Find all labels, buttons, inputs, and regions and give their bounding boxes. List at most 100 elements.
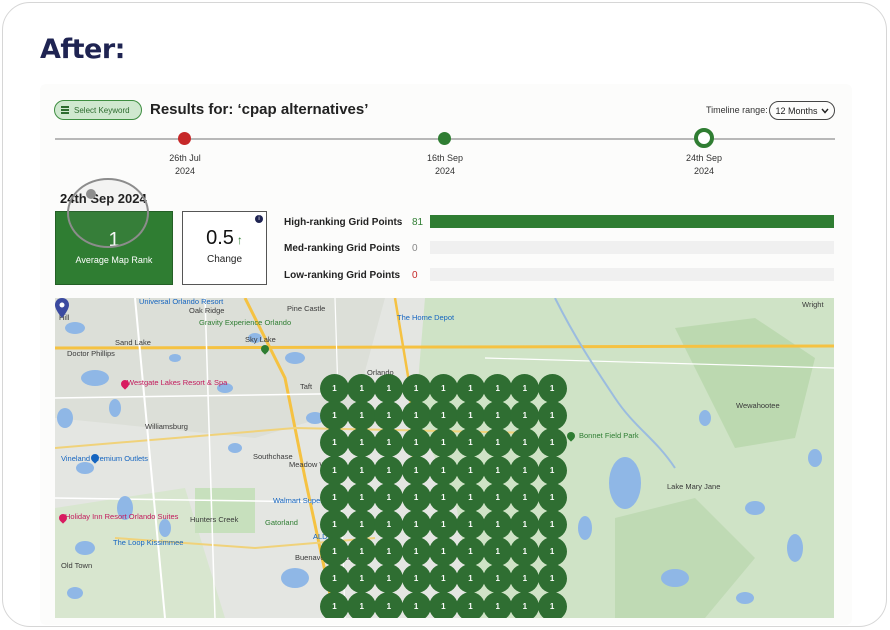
grid-rank-marker[interactable]: 1 (537, 510, 567, 539)
grid-rank-marker[interactable]: 1 (428, 591, 458, 618)
grid-rank-marker[interactable]: 1 (510, 428, 540, 458)
grid-rank-marker[interactable]: 1 (401, 537, 431, 567)
grid-rank-marker[interactable]: 1 (347, 374, 377, 403)
grid-rank-marker[interactable]: 1 (320, 401, 349, 431)
timeline-point-sep16[interactable] (438, 132, 451, 145)
grid-rank-marker[interactable]: 1 (428, 482, 458, 512)
grid-rank-marker[interactable]: 1 (483, 591, 513, 618)
low-ranking-value: 0 (412, 269, 418, 281)
grid-rank-marker[interactable]: 1 (428, 455, 458, 485)
grid-rank-marker[interactable]: 1 (401, 510, 431, 539)
grid-rank-marker[interactable]: 1 (510, 374, 540, 403)
grid-rank-marker[interactable]: 1 (347, 537, 377, 567)
grid-rank-marker[interactable]: 1 (320, 537, 349, 567)
grid-rank-marker[interactable]: 1 (374, 401, 404, 431)
grid-rank-marker[interactable]: 1 (456, 591, 485, 618)
grid-rank-marker[interactable]: 1 (374, 374, 404, 403)
grid-rank-marker[interactable]: 1 (456, 401, 485, 431)
grid-rank-marker[interactable]: 1 (374, 482, 404, 512)
grid-rank-marker[interactable]: 1 (374, 510, 404, 539)
grid-rank-marker[interactable]: 1 (456, 482, 485, 512)
grid-rank-marker[interactable]: 1 (483, 537, 513, 567)
grid-rank-marker[interactable]: 1 (320, 428, 349, 458)
grid-rank-marker[interactable]: 1 (537, 564, 567, 594)
grid-rank-marker[interactable]: 1 (537, 482, 567, 512)
grid-rank-marker[interactable]: 1 (483, 564, 513, 594)
grid-rank-marker[interactable]: 1 (347, 455, 377, 485)
timeline-date-label: 16th Sep (426, 153, 464, 163)
info-icon[interactable]: i (255, 215, 263, 223)
timeline-point-jul[interactable] (178, 132, 191, 145)
grid-rank-marker[interactable]: 1 (510, 564, 540, 594)
high-ranking-bar (430, 215, 834, 228)
timeline-date-sep24: 24th Sep 2024 (674, 152, 734, 178)
grid-rank-marker[interactable]: 1 (320, 510, 349, 539)
grid-rank-marker[interactable]: 1 (428, 510, 458, 539)
grid-rank-marker[interactable]: 1 (347, 428, 377, 458)
timeline-range-select[interactable]: 12 Months (769, 101, 835, 120)
grid-rank-marker[interactable]: 1 (401, 428, 431, 458)
grid-rank-marker[interactable]: 1 (320, 374, 349, 403)
map-label-holiday-inn: Holiday Inn Resort Orlando Suites (65, 512, 179, 521)
grid-rank-marker[interactable]: 1 (374, 428, 404, 458)
grid-rank-marker[interactable]: 1 (401, 564, 431, 594)
grid-rank-marker[interactable]: 1 (537, 374, 567, 403)
change-card: i 0.5 ↑ Change (182, 211, 267, 285)
map-label-taft: Taft (300, 382, 313, 391)
grid-rank-marker[interactable]: 1 (347, 510, 377, 539)
grid-rank-marker[interactable]: 1 (537, 537, 567, 567)
grid-rank-marker[interactable]: 1 (483, 510, 513, 539)
grid-rank-marker[interactable]: 1 (428, 428, 458, 458)
grid-rank-marker[interactable]: 1 (537, 455, 567, 485)
grid-rank-marker[interactable]: 1 (320, 482, 349, 512)
grid-rank-marker[interactable]: 1 (456, 428, 485, 458)
grid-rank-marker[interactable]: 1 (483, 401, 513, 431)
map-label-universal: Universal Orlando Resort (139, 298, 224, 306)
grid-rank-marker[interactable]: 1 (347, 564, 377, 594)
grid-rank-marker[interactable]: 1 (537, 591, 567, 618)
timeline-point-sep24[interactable] (694, 128, 714, 148)
grid-rank-marker[interactable]: 1 (510, 482, 540, 512)
business-location-pin-icon[interactable] (55, 298, 69, 318)
grid-rank-marker[interactable]: 1 (347, 482, 377, 512)
grid-rank-marker[interactable]: 1 (320, 564, 349, 594)
grid-rank-marker[interactable]: 1 (374, 591, 404, 618)
grid-rank-marker[interactable]: 1 (510, 591, 540, 618)
grid-rank-marker[interactable]: 1 (320, 455, 349, 485)
grid-rank-marker[interactable]: 1 (537, 401, 567, 431)
grid-rank-marker[interactable]: 1 (483, 482, 513, 512)
grid-rank-marker[interactable]: 1 (483, 455, 513, 485)
grid-rank-marker[interactable]: 1 (456, 510, 485, 539)
grid-rank-marker[interactable]: 1 (428, 537, 458, 567)
grid-rank-marker[interactable]: 1 (510, 401, 540, 431)
grid-rank-marker[interactable]: 1 (347, 401, 377, 431)
grid-rank-marker[interactable]: 1 (374, 564, 404, 594)
grid-rank-marker[interactable]: 1 (456, 564, 485, 594)
grid-rank-marker[interactable]: 1 (456, 455, 485, 485)
grid-rank-marker[interactable]: 1 (428, 564, 458, 594)
grid-rank-marker[interactable]: 1 (510, 510, 540, 539)
grid-rank-marker[interactable]: 1 (483, 374, 513, 403)
grid-rank-marker[interactable]: 1 (537, 428, 567, 458)
grid-rank-marker[interactable]: 1 (456, 374, 485, 403)
map-label-pine-castle: Pine Castle (287, 304, 326, 313)
grid-rank-marker[interactable]: 1 (401, 374, 431, 403)
grid-rank-marker[interactable]: 1 (401, 401, 431, 431)
grid-rank-marker[interactable]: 1 (483, 428, 513, 458)
map-view[interactable]: Hill Doctor Phillips Sand Lake Oak Ridge… (55, 298, 834, 618)
grid-rank-marker[interactable]: 1 (456, 537, 485, 567)
grid-rank-marker[interactable]: 1 (347, 591, 377, 618)
low-ranking-bar (430, 268, 834, 281)
grid-rank-marker[interactable]: 1 (510, 455, 540, 485)
grid-rank-marker[interactable]: 1 (401, 591, 431, 618)
grid-rank-marker[interactable]: 1 (374, 537, 404, 567)
map-label-gravity: Gravity Experience Orlando (199, 318, 292, 327)
grid-rank-marker[interactable]: 1 (428, 374, 458, 403)
grid-rank-marker[interactable]: 1 (320, 591, 349, 618)
select-keyword-button[interactable]: Select Keyword (54, 100, 142, 120)
grid-rank-marker[interactable]: 1 (374, 455, 404, 485)
grid-rank-marker[interactable]: 1 (401, 455, 431, 485)
grid-rank-marker[interactable]: 1 (401, 482, 431, 512)
grid-rank-marker[interactable]: 1 (510, 537, 540, 567)
grid-rank-marker[interactable]: 1 (428, 401, 458, 431)
